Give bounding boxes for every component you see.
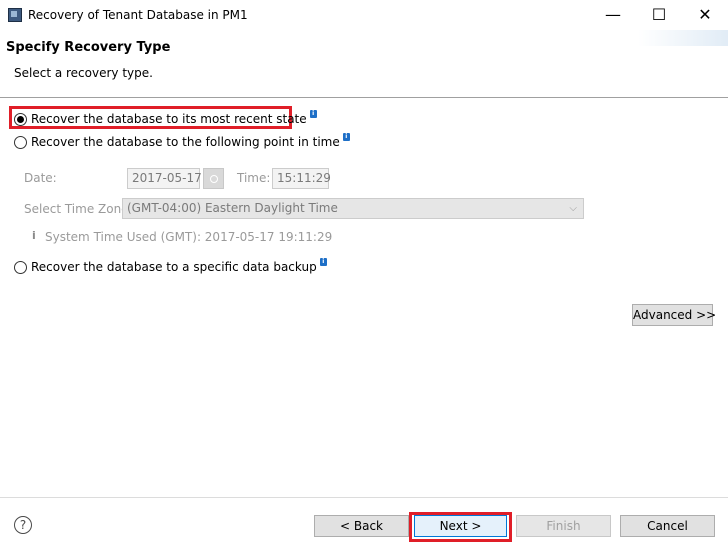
- page-subtitle: Select a recovery type.: [14, 66, 153, 80]
- option-most-recent-label: Recover the database to its most recent …: [31, 112, 307, 126]
- date-label: Date:: [24, 171, 57, 185]
- date-field[interactable]: 2017-05-17: [127, 168, 202, 189]
- cancel-button[interactable]: Cancel: [620, 515, 715, 537]
- info-icon[interactable]: i: [342, 133, 350, 141]
- window-title: Recovery of Tenant Database in PM1: [28, 8, 248, 22]
- wizard-header: Specify Recovery Type Select a recovery …: [0, 30, 728, 98]
- page-title: Specify Recovery Type: [6, 40, 171, 55]
- option-data-backup-label: Recover the database to a specific data …: [31, 260, 317, 274]
- maximize-button[interactable]: ☐: [636, 0, 682, 30]
- footer-divider: [0, 497, 728, 498]
- calendar-icon[interactable]: [203, 168, 224, 189]
- app-icon: [8, 8, 22, 22]
- next-button[interactable]: Next >: [414, 515, 507, 537]
- time-label: Time:: [237, 171, 271, 185]
- timezone-select[interactable]: (GMT-04:00) Eastern Daylight Time ⌵: [122, 198, 584, 219]
- option-data-backup[interactable]: Recover the database to a specific data …: [14, 258, 327, 274]
- time-field[interactable]: 15:11:29: [272, 168, 331, 189]
- info-icon[interactable]: i: [309, 110, 317, 118]
- radio-point-in-time[interactable]: [14, 135, 27, 149]
- radio-most-recent[interactable]: [14, 112, 27, 126]
- info-icon[interactable]: i: [319, 258, 327, 266]
- info-icon: i: [32, 229, 36, 242]
- timezone-label: Select Time Zone:: [24, 202, 133, 216]
- back-button[interactable]: < Back: [314, 515, 409, 537]
- system-time-text: System Time Used (GMT): 2017-05-17 19:11…: [45, 230, 333, 244]
- close-button[interactable]: ✕: [682, 0, 728, 30]
- timezone-value: (GMT-04:00) Eastern Daylight Time: [127, 201, 338, 215]
- minimize-button[interactable]: —: [590, 0, 636, 30]
- chevron-down-icon: ⌵: [569, 203, 577, 214]
- option-point-in-time-label: Recover the database to the following po…: [31, 135, 340, 149]
- help-icon[interactable]: ?: [14, 516, 32, 534]
- title-bar: Recovery of Tenant Database in PM1 — ☐ ✕: [0, 0, 728, 30]
- advanced-button[interactable]: Advanced >>: [632, 304, 716, 326]
- option-point-in-time[interactable]: Recover the database to the following po…: [14, 133, 350, 149]
- option-most-recent[interactable]: Recover the database to its most recent …: [14, 110, 317, 126]
- finish-button[interactable]: Finish: [516, 515, 611, 537]
- header-banner: [638, 30, 728, 46]
- radio-data-backup[interactable]: [14, 260, 27, 274]
